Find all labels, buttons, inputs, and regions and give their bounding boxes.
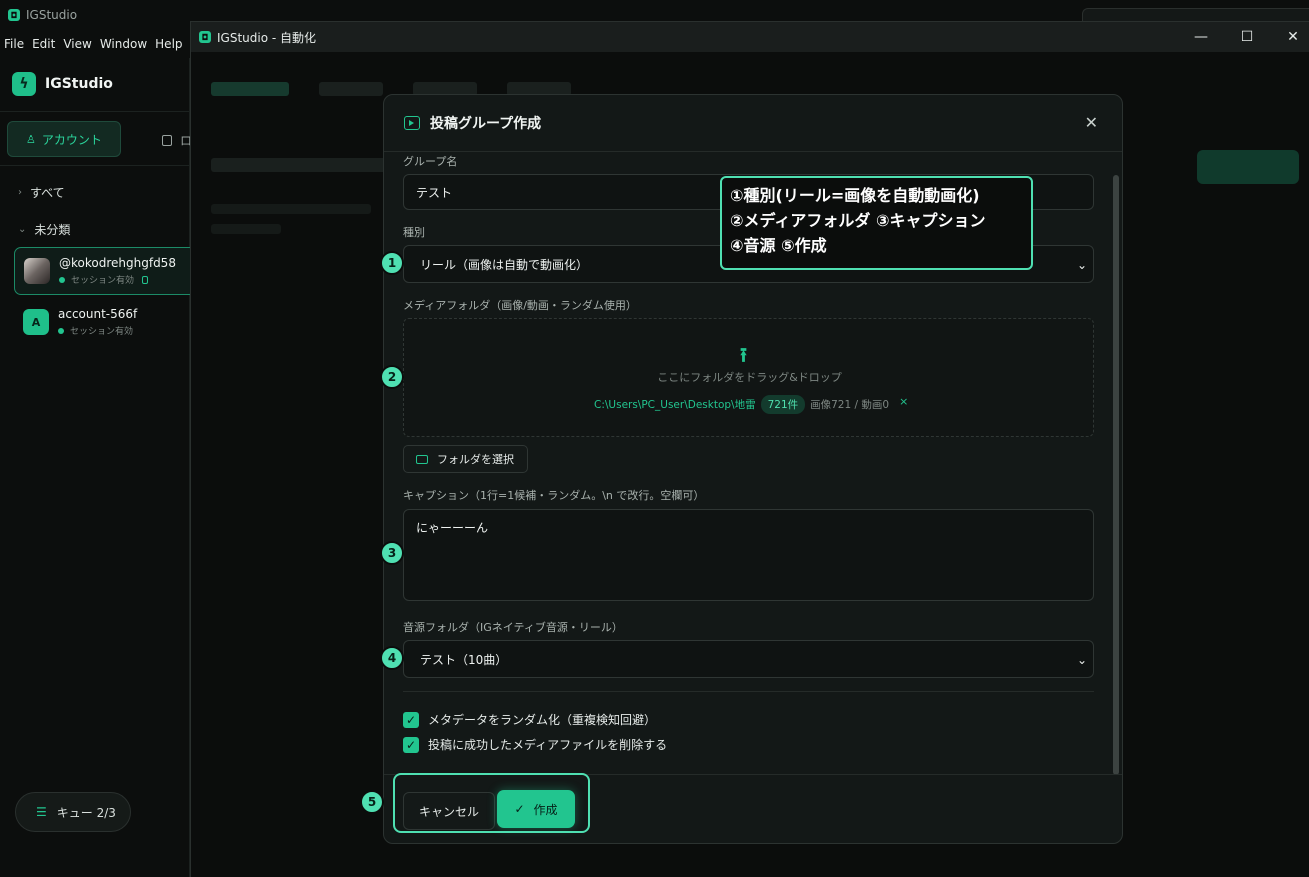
folder-count-badge: 721件 <box>760 395 806 414</box>
close-window-button[interactable]: ✕ <box>1270 22 1309 52</box>
list-icon: ☰ <box>36 805 47 819</box>
annotation-badge-1: 1 <box>380 251 404 275</box>
main-window-title: IGStudio <box>26 8 78 22</box>
chevron-down-icon: ⌄ <box>1076 653 1087 667</box>
dimmed-tab <box>319 82 383 96</box>
scrollbar[interactable] <box>1113 175 1119 775</box>
annotation-badge-4: 4 <box>380 646 404 670</box>
minimize-button[interactable]: — <box>1178 22 1224 52</box>
dimmed-heading <box>211 158 391 172</box>
callout-line: ④音源 ⑤作成 <box>730 236 827 255</box>
randomize-metadata-label: メタデータをランダム化（重複検知回避） <box>428 713 657 727</box>
account-item[interactable]: A account-566f セッション有効 <box>14 298 196 346</box>
modal-title: 投稿グループ作成 <box>430 116 542 132</box>
app-icon: ◘ <box>199 31 211 43</box>
tab-account[interactable]: ♙ アカウント <box>7 121 121 157</box>
automation-window-title: IGStudio - 自動化 <box>217 30 317 45</box>
tab-account-label: アカウント <box>41 132 102 147</box>
select-folder-button[interactable]: フォルダを選択 <box>403 445 528 473</box>
account-status-label: セッション有効 <box>71 276 135 286</box>
folder-icon <box>416 454 428 464</box>
tree-all[interactable]: › すべて <box>18 184 65 201</box>
select-folder-label: フォルダを選択 <box>437 453 514 466</box>
video-icon <box>404 116 420 130</box>
menu-edit[interactable]: Edit <box>28 37 59 51</box>
divider <box>0 111 190 112</box>
caption-label: キャプション（1行=1候補・ランダム。\n で改行。空欄可） <box>403 489 705 502</box>
avatar: A <box>23 309 49 335</box>
menu-file[interactable]: File <box>0 37 28 51</box>
automation-titlebar: ◘ IGStudio - 自動化 — ☐ ✕ <box>191 22 1309 52</box>
maximize-button[interactable]: ☐ <box>1224 22 1270 52</box>
media-folder-label: メディアフォルダ（画像/動画・ランダム使用） <box>403 299 637 312</box>
annotation-highlight-box <box>393 773 590 833</box>
status-dot <box>59 276 65 283</box>
tree-all-label: すべて <box>30 186 65 200</box>
menu-view[interactable]: View <box>59 37 95 51</box>
brand-name: IGStudio <box>45 76 113 92</box>
audio-folder-label: 音源フォルダ（IGネイティブ音源・リール） <box>403 621 623 634</box>
audio-select[interactable]: テスト（10曲） ⌄ <box>403 640 1094 678</box>
dimmed-tab <box>211 82 289 96</box>
account-status: セッション有効 <box>59 273 176 286</box>
queue-label: キュー 2/3 <box>56 805 116 820</box>
lightning-icon: ϟ <box>12 72 36 96</box>
divider <box>403 691 1094 692</box>
menu-window[interactable]: Window <box>96 37 151 51</box>
tree-uncategorized-label: 未分類 <box>34 223 71 237</box>
status-dot <box>58 327 64 334</box>
lock-icon <box>142 275 149 284</box>
audio-value: テスト（10曲） <box>420 652 508 667</box>
dimmed-button <box>1197 150 1299 184</box>
annotation-badge-5: 5 <box>360 790 384 814</box>
chevron-down-icon: ⌄ <box>1076 258 1087 272</box>
annotation-badge-3: 3 <box>380 541 404 565</box>
account-status: セッション有効 <box>58 324 137 337</box>
group-name-label: グループ名 <box>403 155 458 168</box>
folder-path: C:\Users\PC_User\Desktop\地雷 <box>594 399 756 411</box>
caption-textarea[interactable]: にゃーーーん <box>403 509 1094 601</box>
type-value: リール（画像は自動で動画化） <box>420 257 589 272</box>
list-icon <box>162 135 172 146</box>
annotation-badge-2: 2 <box>380 365 404 389</box>
delete-media-label: 投稿に成功したメディアファイルを削除する <box>428 738 668 752</box>
clear-icon[interactable]: × <box>899 395 908 408</box>
menubar: File Edit View Window Help <box>0 30 190 58</box>
randomize-metadata-checkbox[interactable]: ✓ メタデータをランダム化（重複検知回避） <box>403 711 656 728</box>
folder-stats: 画像721 / 動画0 <box>810 399 890 411</box>
dimmed-text <box>211 224 281 234</box>
annotation-callout: ①種別(リール=画像を自動動画化) ②メディアフォルダ ③キャプション ④音源 … <box>720 176 1033 270</box>
delete-media-checkbox[interactable]: ✓ 投稿に成功したメディアファイルを削除する <box>403 736 667 753</box>
media-dropzone[interactable]: ⭱ ここにフォルダをドラッグ&ドロップ C:\Users\PC_User\Des… <box>403 318 1094 437</box>
account-item[interactable]: @kokodrehghgfd58 セッション有効 <box>14 247 196 295</box>
divider <box>0 165 190 166</box>
callout-line: ②メディアフォルダ ③キャプション <box>730 211 986 230</box>
tree-uncategorized[interactable]: ⌄ 未分類 <box>18 221 70 238</box>
close-icon[interactable]: ✕ <box>1085 113 1098 132</box>
chevron-down-icon: ⌄ <box>18 224 27 235</box>
dimmed-text <box>211 204 371 214</box>
type-label: 種別 <box>403 226 425 239</box>
queue-button[interactable]: ☰ キュー 2/3 <box>15 792 131 832</box>
folder-info: C:\Users\PC_User\Desktop\地雷 721件 画像721 /… <box>594 395 908 414</box>
tab-second[interactable]: ロ <box>162 132 192 149</box>
check-icon: ✓ <box>403 711 419 728</box>
chevron-right-icon: › <box>18 187 22 198</box>
sidebar: ϟ IGStudio ♙ アカウント ロ › すべて ⌄ 未分類 @kokodr… <box>0 58 196 877</box>
modal-header: 投稿グループ作成 ✕ <box>384 95 1122 152</box>
callout-line: ①種別(リール=画像を自動動画化) <box>730 186 980 205</box>
dropzone-hint: ここにフォルダをドラッグ&ドロップ <box>657 371 842 384</box>
check-icon: ✓ <box>403 736 419 753</box>
brand: ϟ IGStudio <box>12 72 113 96</box>
account-name: @kokodrehghgfd58 <box>59 256 176 270</box>
account-status-label: セッション有効 <box>70 327 134 337</box>
user-icon: ♙ <box>26 132 36 146</box>
avatar <box>24 258 50 284</box>
app-icon: ◘ <box>8 9 20 21</box>
account-name: account-566f <box>58 307 138 321</box>
menu-help[interactable]: Help <box>151 37 186 51</box>
